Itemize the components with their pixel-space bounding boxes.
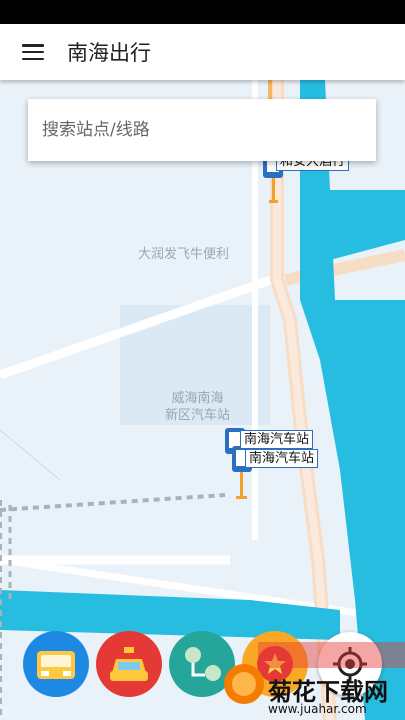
menu-icon[interactable] — [22, 44, 44, 60]
search-input[interactable] — [42, 99, 362, 161]
page-title: 南海出行 — [67, 41, 151, 65]
status-bar — [0, 0, 405, 24]
app-bar: 南海出行 — [0, 24, 405, 80]
poi-label: 威海南海 新区汽车站 — [165, 391, 231, 423]
taxi-icon — [110, 647, 148, 681]
bus-stop-label[interactable]: 南海汽车站 — [240, 430, 314, 449]
bus-button[interactable] — [23, 631, 89, 697]
watermark: 菊花下载网 www.juahar.com — [218, 640, 405, 720]
poi-label: 大润发飞牛便利 — [138, 247, 230, 262]
bus-icon — [37, 651, 75, 679]
watermark-url: www.juahar.com — [268, 702, 367, 716]
taxi-button[interactable] — [96, 631, 162, 697]
bus-stop-label[interactable]: 南海汽车站 — [245, 449, 319, 468]
search-box[interactable] — [28, 99, 376, 161]
